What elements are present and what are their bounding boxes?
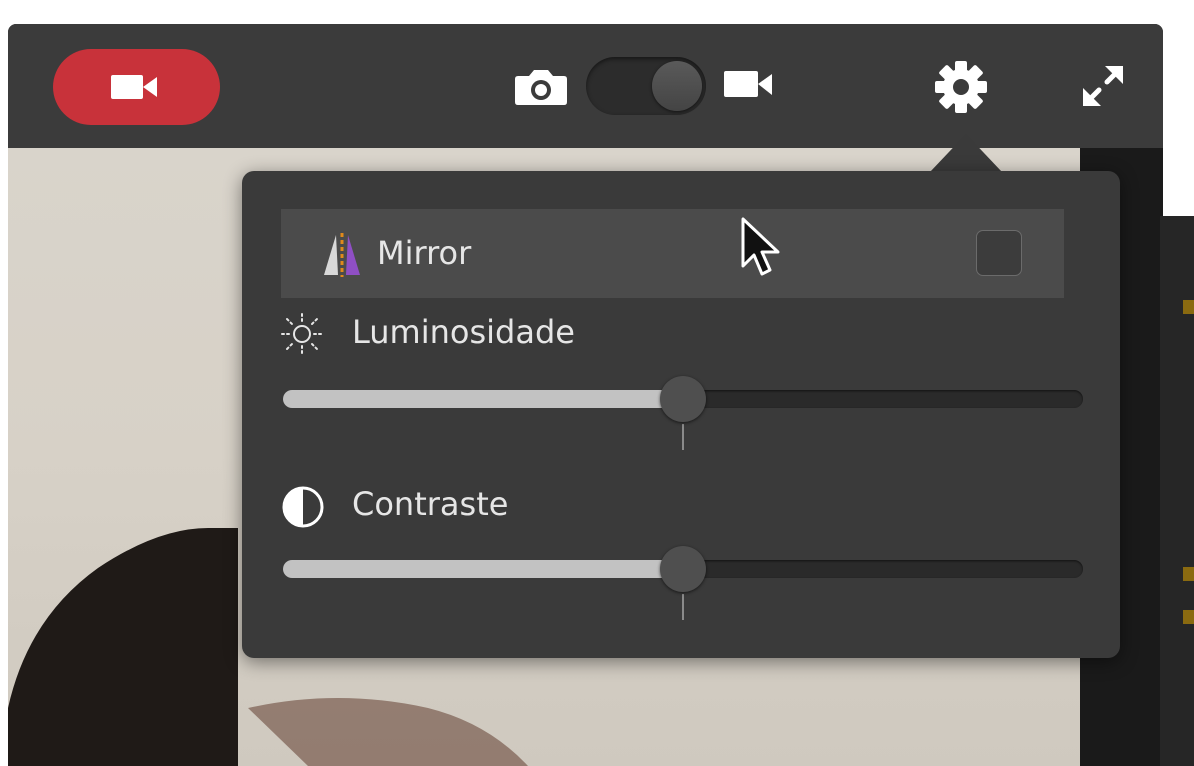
expand-icon[interactable] xyxy=(1081,64,1125,108)
slider-center-tick xyxy=(682,594,684,620)
mouse-pointer-icon xyxy=(741,217,780,276)
mirror-label: Mirror xyxy=(377,234,472,272)
record-button[interactable] xyxy=(53,49,220,125)
contrast-icon xyxy=(282,486,324,528)
slider-thumb[interactable] xyxy=(660,376,706,422)
contrast-slider[interactable] xyxy=(283,546,1083,620)
side-marker xyxy=(1183,610,1194,624)
slider-fill xyxy=(283,560,683,578)
toggle-knob[interactable] xyxy=(652,61,702,111)
brightness-slider[interactable] xyxy=(283,376,1083,450)
side-marker xyxy=(1183,300,1194,314)
video-camera-icon xyxy=(111,75,157,99)
mirror-checkbox[interactable] xyxy=(976,230,1022,276)
toolbar xyxy=(8,24,1163,148)
mirror-icon xyxy=(324,233,360,277)
video-camera-icon[interactable] xyxy=(724,69,774,101)
background-window-edge xyxy=(1160,216,1194,766)
photo-video-toggle[interactable] xyxy=(586,57,706,115)
brightness-label: Luminosidade xyxy=(352,313,575,351)
slider-center-tick xyxy=(682,424,684,450)
contrast-label: Contraste xyxy=(352,485,509,523)
popover-arrow xyxy=(930,134,1002,172)
side-marker xyxy=(1183,567,1194,581)
gear-icon[interactable] xyxy=(934,60,988,114)
slider-fill xyxy=(283,390,683,408)
sun-icon xyxy=(281,313,323,355)
camera-icon[interactable] xyxy=(514,66,568,106)
slider-thumb[interactable] xyxy=(660,546,706,592)
mirror-option-row[interactable]: Mirror xyxy=(281,209,1064,298)
